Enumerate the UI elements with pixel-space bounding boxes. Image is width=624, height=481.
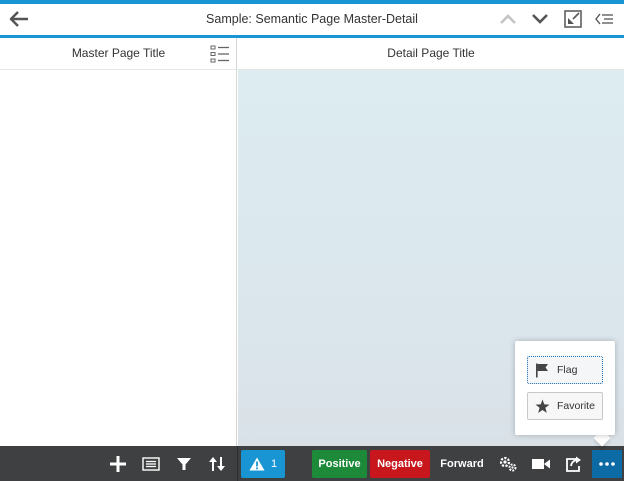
navigate-down-button[interactable] [530,9,550,29]
navigate-down-icon [532,14,548,24]
share-icon [566,456,581,472]
group-icon [142,457,160,471]
favorite-label: Favorite [557,400,595,412]
exit-fullscreen-button[interactable] [563,9,583,29]
add-button[interactable] [108,454,128,474]
master-pane: Master Page Title [0,38,237,446]
navigate-up-icon [500,14,516,24]
star-icon [534,398,550,414]
share-button[interactable] [563,454,583,474]
menu-collapse-icon [595,13,613,25]
back-arrow-icon [9,11,28,27]
filter-button[interactable] [174,454,194,474]
overflow-icon [599,462,615,466]
master-page-title: Master Page Title [71,46,166,60]
back-button[interactable] [8,10,30,28]
favorite-button[interactable]: Favorite [527,392,603,420]
flag-label: Flag [557,364,578,376]
overflow-button[interactable] [592,450,622,478]
detail-header: Detail Page Title [238,38,624,70]
warning-icon [249,457,265,471]
positive-button[interactable]: Positive [312,450,367,478]
messages-button[interactable]: 1 [241,450,285,478]
master-header: Master Page Title [0,38,236,70]
sort-icon [209,457,225,471]
flag-button[interactable]: Flag [527,356,603,384]
menu-collapse-button[interactable] [595,9,615,29]
add-icon [110,456,126,472]
video-button[interactable] [531,454,551,474]
list-view-button[interactable] [210,45,230,63]
forward-button[interactable]: Forward [435,450,489,478]
navigate-up-button[interactable] [498,9,518,29]
messages-count: 1 [270,458,278,470]
detail-page-title: Detail Page Title [387,46,475,60]
settings-icon [499,456,517,472]
negative-button[interactable]: Negative [370,450,430,478]
settings-button[interactable] [498,454,518,474]
group-button[interactable] [141,454,161,474]
overflow-popover: Flag Favorite [515,341,615,435]
video-icon [532,459,550,469]
filter-icon [177,458,191,470]
exit-fullscreen-icon [564,10,582,28]
sort-button[interactable] [207,454,227,474]
list-icon [210,45,229,63]
flag-icon [534,362,550,378]
app-header: Sample: Semantic Page Master-Detail [0,4,624,35]
footer-divider [237,446,238,481]
